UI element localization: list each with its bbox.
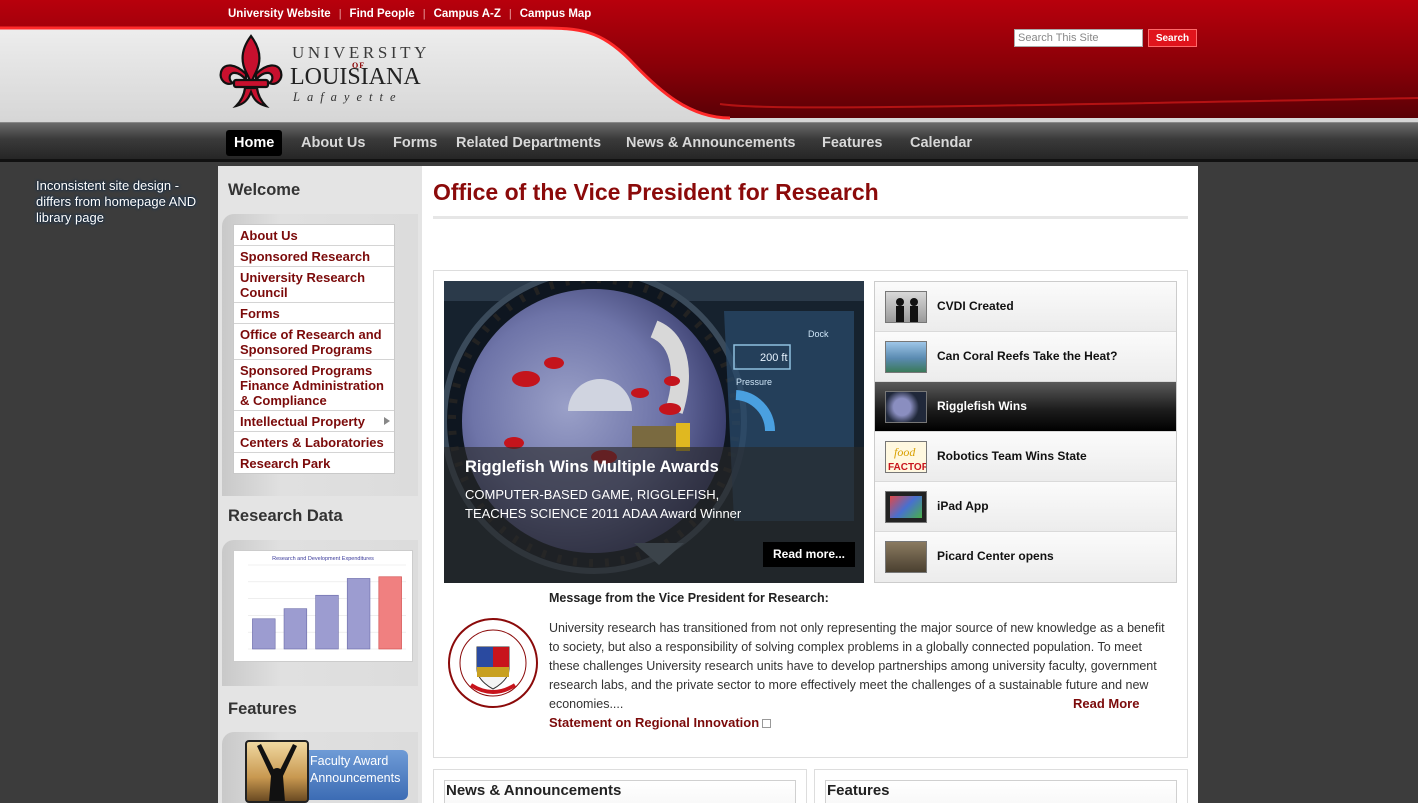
nav-features[interactable]: Features (814, 130, 890, 156)
chart-bar (378, 576, 402, 650)
thumb-label: CVDI Created (937, 299, 1014, 313)
feature-card-line2: Announcements (310, 771, 401, 785)
page-title: Office of the Vice President for Researc… (433, 179, 879, 205)
thumb-robotics[interactable]: food FACTOR Robotics Team Wins State (875, 432, 1176, 482)
research-data-heading: Research Data (228, 507, 343, 525)
svg-text:FACTOR: FACTOR (888, 462, 927, 473)
regional-innovation-label: Statement on Regional Innovation (549, 715, 760, 730)
annotation-note: Inconsistent site design - differs from … (36, 178, 197, 225)
sidebar-menu: About Us Sponsored Research University R… (233, 224, 395, 474)
hud-dock: Dock (808, 329, 829, 339)
thumb-label: Picard Center opens (937, 549, 1054, 563)
logo-university-text: UNIVERSITY (292, 43, 430, 62)
sidebar-item-university-research-council[interactable]: University Research Council (234, 267, 394, 303)
thumb-picard-center[interactable]: Picard Center opens (875, 532, 1176, 582)
chart-bar (346, 578, 371, 650)
title-divider (433, 216, 1188, 219)
campus-az-link[interactable]: Campus A-Z (434, 8, 501, 20)
thumb-image (885, 391, 927, 423)
chart-title: Research and Development Expenditures (272, 556, 374, 562)
sidebar-item-centers-laboratories[interactable]: Centers & Laboratories (234, 432, 394, 453)
research-chart[interactable]: Research and Development Expenditures (233, 550, 413, 662)
thumb-label: iPad App (937, 499, 989, 513)
thumb-image (885, 541, 927, 573)
thumb-label: Can Coral Reefs Take the Heat? (937, 349, 1118, 363)
thumb-coral-reefs[interactable]: Can Coral Reefs Take the Heat? (875, 332, 1176, 382)
chart-bar (252, 618, 276, 650)
separator: | (338, 8, 342, 20)
hud-pressure: Pressure (736, 377, 772, 387)
slide-thumbnails: CVDI Created Can Coral Reefs Take the He… (874, 281, 1177, 583)
search-input[interactable] (1014, 29, 1143, 47)
logo-louisiana-text: LOUISIANA (290, 64, 421, 90)
welcome-heading: Welcome (228, 181, 301, 199)
external-link-icon (762, 719, 772, 728)
sidebar-item-about-us[interactable]: About Us (234, 225, 394, 246)
nav-related-departments[interactable]: Related Departments (448, 130, 609, 156)
message-heading: Message from the Vice President for Rese… (549, 591, 829, 605)
sidebar-item-intellectual-property[interactable]: Intellectual Property (234, 411, 394, 432)
featured-slide[interactable]: 200 ft Dock Pressure Rigglefish Wins Mul… (444, 281, 864, 583)
search-button[interactable]: Search (1148, 29, 1197, 47)
sidebar-item-sponsored-research[interactable]: Sponsored Research (234, 246, 394, 267)
features-box: Features (814, 769, 1188, 803)
university-seal (448, 618, 538, 708)
university-website-link[interactable]: University Website (228, 8, 331, 20)
separator: | (508, 8, 512, 20)
chart-bar (283, 608, 308, 650)
sidebar: Welcome About Us Sponsored Research Univ… (218, 166, 422, 803)
nav-forms[interactable]: Forms (385, 130, 445, 156)
thumb-rigglefish[interactable]: Rigglefish Wins (875, 382, 1176, 432)
sidebar-item-research-park[interactable]: Research Park (234, 453, 394, 473)
thumb-label: Robotics Team Wins State (937, 449, 1087, 463)
faculty-award-card[interactable]: Faculty Award Announcements (245, 740, 408, 803)
nav-calendar[interactable]: Calendar (902, 130, 980, 156)
nav-about-us[interactable]: About Us (293, 130, 373, 156)
thumb-image: food FACTOR (885, 441, 927, 473)
thumb-cvdi[interactable]: CVDI Created (875, 282, 1176, 332)
logo-lafayette-text: Lafayette (293, 90, 403, 104)
fleur-de-lis-icon (219, 34, 283, 109)
thumb-ipad-app[interactable]: iPad App (875, 482, 1176, 532)
raised-arms-icon (257, 744, 297, 801)
chart-bar (315, 594, 339, 650)
thumb-image (885, 291, 927, 323)
separator: | (422, 8, 426, 20)
university-logo[interactable]: UNIVERSITY OF LOUISIANA Lafayette (218, 34, 438, 110)
news-box: News & Announcements (433, 769, 807, 803)
regional-innovation-link[interactable]: Statement on Regional Innovation (549, 715, 772, 730)
feature-card-line1: Faculty Award (310, 754, 389, 768)
nav-news-announcements[interactable]: News & Announcements (618, 130, 803, 156)
submenu-arrow-icon (384, 417, 390, 425)
features-heading: Features (228, 700, 297, 718)
slide-read-more-button[interactable]: Read more... (763, 542, 855, 567)
thumb-label: Rigglefish Wins (937, 399, 1027, 413)
slide-title: Rigglefish Wins Multiple Awards (465, 458, 719, 476)
svg-text:food: food (894, 445, 916, 459)
utility-links: University Website | Find People | Campu… (228, 6, 591, 22)
research-chart-plot: Research and Development Expenditures (248, 556, 406, 650)
thumb-image (885, 491, 927, 523)
hud-depth: 200 ft (760, 352, 788, 364)
main-nav: Home About Us Forms Related Departments … (0, 122, 1418, 162)
sidebar-item-sponsored-programs-finance[interactable]: Sponsored Programs Finance Administratio… (234, 360, 394, 411)
sidebar-item-office-of-research[interactable]: Office of Research and Sponsored Program… (234, 324, 394, 360)
sidebar-item-label: Intellectual Property (240, 414, 365, 429)
campus-map-link[interactable]: Campus Map (520, 8, 592, 20)
nav-home[interactable]: Home (226, 130, 283, 156)
feature-card-photo (245, 740, 309, 803)
message-read-more-link[interactable]: Read More (1073, 696, 1139, 711)
thumb-image (885, 341, 927, 373)
header-red-swoosh (0, 0, 1418, 120)
sidebar-item-forms[interactable]: Forms (234, 303, 394, 324)
find-people-link[interactable]: Find People (350, 8, 415, 20)
features-box-heading[interactable]: Features (827, 782, 890, 799)
site-header: University Website | Find People | Campu… (0, 0, 1418, 122)
news-heading[interactable]: News & Announcements (446, 782, 621, 799)
slide-description: COMPUTER-BASED GAME, RIGGLEFISH, TEACHES… (465, 487, 742, 521)
